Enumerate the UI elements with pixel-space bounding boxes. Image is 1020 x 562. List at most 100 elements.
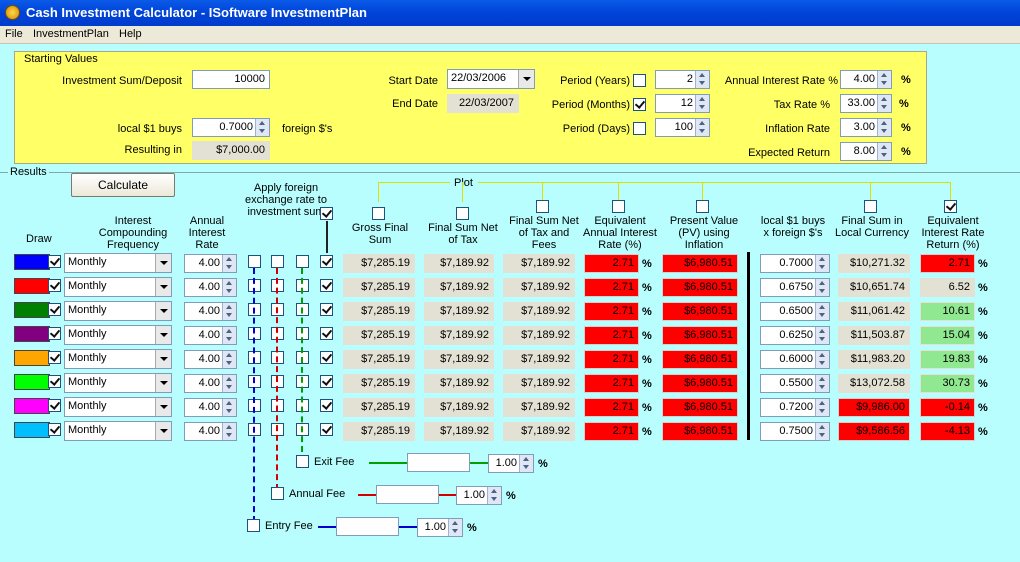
draw-color-swatch[interactable] bbox=[14, 422, 50, 438]
plot-pv-checkbox[interactable] bbox=[696, 200, 709, 213]
apply-fx-row-checkbox[interactable] bbox=[320, 351, 333, 364]
draw-series-checkbox[interactable] bbox=[48, 423, 61, 436]
menu-file[interactable]: File bbox=[5, 28, 23, 40]
spinner-arrows-icon[interactable] bbox=[815, 255, 829, 272]
apply-fx-row-checkbox[interactable] bbox=[320, 375, 333, 388]
draw-series-checkbox[interactable] bbox=[48, 255, 61, 268]
investment-sum-input[interactable]: 10000 bbox=[192, 70, 270, 89]
apply-fx-row-checkbox[interactable] bbox=[320, 327, 333, 340]
apply-fx-checkbox[interactable] bbox=[320, 207, 333, 220]
annual-rate-spinner[interactable]: 4.00 bbox=[184, 254, 237, 273]
spinner-arrows-icon[interactable] bbox=[815, 279, 829, 296]
draw-series-checkbox[interactable] bbox=[48, 399, 61, 412]
draw-series-checkbox[interactable] bbox=[48, 375, 61, 388]
period-months-checkbox[interactable] bbox=[633, 98, 646, 111]
period-years-spinner[interactable]: 2 bbox=[655, 70, 710, 89]
entry-fee-input[interactable] bbox=[336, 517, 399, 536]
spinner-arrows-icon[interactable] bbox=[695, 119, 709, 136]
annual-fee-input[interactable] bbox=[376, 485, 439, 504]
entry-fee-checkbox[interactable] bbox=[247, 519, 260, 532]
entry-fee-row-checkbox[interactable] bbox=[248, 255, 261, 268]
spinner-arrows-icon[interactable] bbox=[815, 375, 829, 392]
draw-color-swatch[interactable] bbox=[14, 254, 50, 270]
spinner-arrows-icon[interactable] bbox=[815, 327, 829, 344]
spinner-arrows-icon[interactable] bbox=[815, 351, 829, 368]
plot-gross-checkbox[interactable] bbox=[372, 207, 385, 220]
annual-fee-row-checkbox[interactable] bbox=[271, 255, 284, 268]
chevron-down-icon[interactable] bbox=[155, 422, 171, 440]
exit-fee-row-checkbox[interactable] bbox=[296, 255, 309, 268]
compounding-frequency-dropdown[interactable]: Monthly bbox=[64, 253, 172, 273]
menu-help[interactable]: Help bbox=[119, 28, 142, 40]
draw-color-swatch[interactable] bbox=[14, 302, 50, 318]
fx-rate-spinner[interactable]: 0.6000 bbox=[760, 350, 830, 369]
local-buys-spinner[interactable]: 0.7000 bbox=[192, 118, 270, 137]
spinner-arrows-icon[interactable] bbox=[877, 95, 891, 112]
compounding-frequency-dropdown[interactable]: Monthly bbox=[64, 277, 172, 297]
chevron-down-icon[interactable] bbox=[155, 350, 171, 368]
compounding-frequency-dropdown[interactable]: Monthly bbox=[64, 397, 172, 417]
draw-series-checkbox[interactable] bbox=[48, 279, 61, 292]
spinner-arrows-icon[interactable] bbox=[519, 455, 533, 472]
annual-fee-checkbox[interactable] bbox=[271, 487, 284, 500]
compounding-frequency-dropdown[interactable]: Monthly bbox=[64, 373, 172, 393]
annual-rate-spinner[interactable]: 4.00 bbox=[840, 70, 892, 89]
period-days-checkbox[interactable] bbox=[633, 122, 646, 135]
annual-rate-spinner[interactable]: 4.00 bbox=[184, 278, 237, 297]
annual-rate-spinner[interactable]: 4.00 bbox=[184, 350, 237, 369]
spinner-arrows-icon[interactable] bbox=[877, 119, 891, 136]
fx-rate-spinner[interactable]: 0.7000 bbox=[760, 254, 830, 273]
chevron-down-icon[interactable] bbox=[155, 302, 171, 320]
plot-equiv-rate-checkbox[interactable] bbox=[612, 200, 625, 213]
annual-rate-spinner[interactable]: 4.00 bbox=[184, 302, 237, 321]
chevron-down-icon[interactable] bbox=[155, 326, 171, 344]
fx-rate-spinner[interactable]: 0.6750 bbox=[760, 278, 830, 297]
plot-equiv-return-checkbox[interactable] bbox=[944, 200, 957, 213]
apply-fx-row-checkbox[interactable] bbox=[320, 279, 333, 292]
spinner-arrows-icon[interactable] bbox=[222, 255, 236, 272]
start-date-picker[interactable]: 22/03/2006 bbox=[447, 69, 535, 89]
exit-fee-checkbox[interactable] bbox=[296, 455, 309, 468]
spinner-arrows-icon[interactable] bbox=[222, 399, 236, 416]
plot-net-fees-checkbox[interactable] bbox=[536, 200, 549, 213]
period-years-checkbox[interactable] bbox=[633, 74, 646, 87]
annual-rate-spinner[interactable]: 4.00 bbox=[184, 326, 237, 345]
spinner-arrows-icon[interactable] bbox=[222, 375, 236, 392]
plot-net-tax-checkbox[interactable] bbox=[456, 207, 469, 220]
apply-fx-row-checkbox[interactable] bbox=[320, 255, 333, 268]
period-days-spinner[interactable]: 100 bbox=[655, 118, 710, 137]
compounding-frequency-dropdown[interactable]: Monthly bbox=[64, 421, 172, 441]
spinner-arrows-icon[interactable] bbox=[815, 399, 829, 416]
spinner-arrows-icon[interactable] bbox=[222, 423, 236, 440]
annual-fee-spinner[interactable]: 1.00 bbox=[456, 486, 502, 505]
apply-fx-row-checkbox[interactable] bbox=[320, 423, 333, 436]
apply-fx-row-checkbox[interactable] bbox=[320, 399, 333, 412]
draw-series-checkbox[interactable] bbox=[48, 351, 61, 364]
spinner-arrows-icon[interactable] bbox=[695, 71, 709, 88]
plot-final-local-checkbox[interactable] bbox=[864, 200, 877, 213]
spinner-arrows-icon[interactable] bbox=[487, 487, 501, 504]
apply-fx-row-checkbox[interactable] bbox=[320, 303, 333, 316]
calculate-button[interactable]: Calculate bbox=[71, 173, 175, 197]
spinner-arrows-icon[interactable] bbox=[877, 143, 891, 160]
spinner-arrows-icon[interactable] bbox=[222, 303, 236, 320]
fx-rate-spinner[interactable]: 0.7200 bbox=[760, 398, 830, 417]
spinner-arrows-icon[interactable] bbox=[815, 303, 829, 320]
inflation-spinner[interactable]: 3.00 bbox=[840, 118, 892, 137]
draw-color-swatch[interactable] bbox=[14, 374, 50, 390]
entry-fee-spinner[interactable]: 1.00 bbox=[417, 518, 463, 537]
compounding-frequency-dropdown[interactable]: Monthly bbox=[64, 349, 172, 369]
draw-color-swatch[interactable] bbox=[14, 326, 50, 342]
draw-color-swatch[interactable] bbox=[14, 350, 50, 366]
compounding-frequency-dropdown[interactable]: Monthly bbox=[64, 325, 172, 345]
compounding-frequency-dropdown[interactable]: Monthly bbox=[64, 301, 172, 321]
exit-fee-input[interactable] bbox=[407, 453, 470, 472]
menu-investmentplan[interactable]: InvestmentPlan bbox=[33, 28, 109, 40]
fx-rate-spinner[interactable]: 0.5500 bbox=[760, 374, 830, 393]
chevron-down-icon[interactable] bbox=[155, 398, 171, 416]
annual-rate-spinner[interactable]: 4.00 bbox=[184, 398, 237, 417]
fx-rate-spinner[interactable]: 0.6250 bbox=[760, 326, 830, 345]
period-months-spinner[interactable]: 12 bbox=[655, 94, 710, 113]
fx-rate-spinner[interactable]: 0.7500 bbox=[760, 422, 830, 441]
spinner-arrows-icon[interactable] bbox=[222, 279, 236, 296]
